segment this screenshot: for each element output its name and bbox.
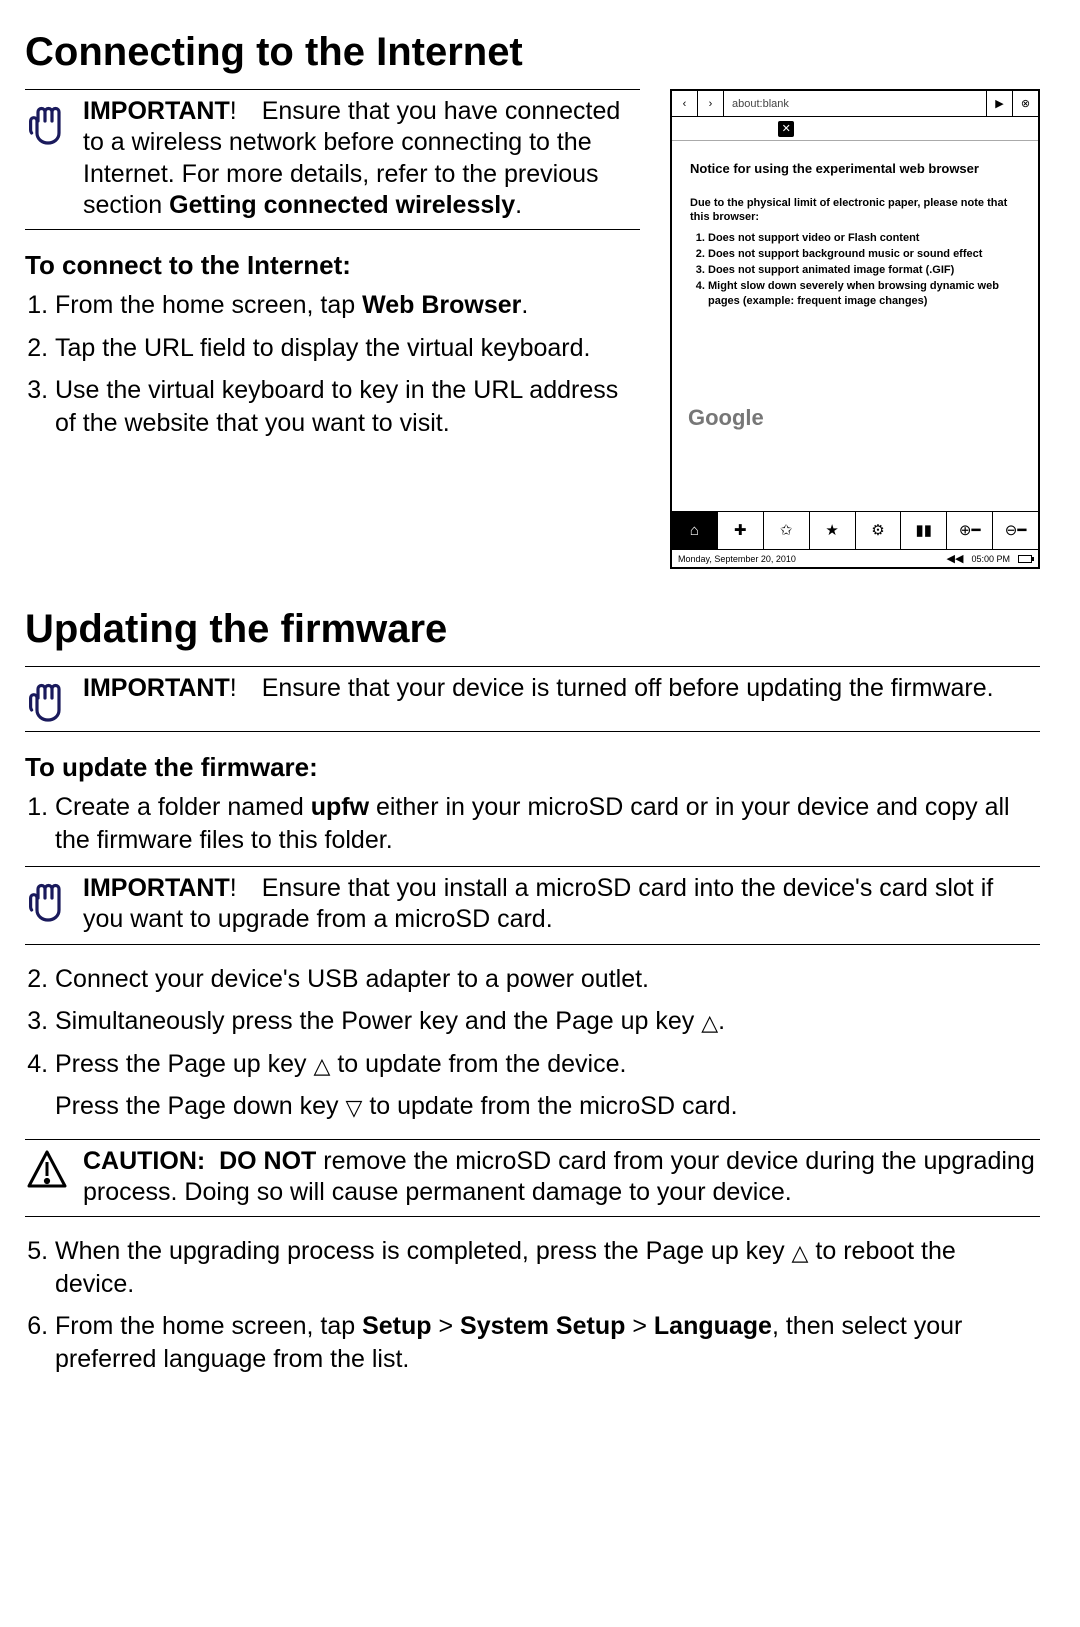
step-sep: > bbox=[432, 1312, 461, 1340]
important-label: IMPORTANT bbox=[83, 674, 230, 702]
url-field[interactable]: about:blank bbox=[724, 98, 986, 110]
zoom-in-icon[interactable]: ⊕━ bbox=[947, 512, 993, 549]
firmware-step-6: From the home screen, tap Setup > System… bbox=[55, 1310, 1040, 1375]
notice-item: Might slow down severely when browsing d… bbox=[708, 279, 1020, 308]
important-ref: Getting connected wirelessly bbox=[169, 191, 515, 219]
browser-tabbar: ✕ bbox=[672, 117, 1038, 141]
tab-label bbox=[676, 124, 678, 133]
step-text: Press the Page up key bbox=[55, 1050, 313, 1078]
connect-steps: From the home screen, tap Web Browser. T… bbox=[25, 289, 640, 439]
add-icon[interactable]: ✚ bbox=[718, 512, 764, 549]
notice-item: Does not support video or Flash content bbox=[708, 231, 1020, 245]
connect-step-1: From the home screen, tap Web Browser. bbox=[55, 289, 640, 322]
connect-important-text: IMPORTANT! Ensure that you have connecte… bbox=[83, 96, 640, 221]
firmware-important-2: IMPORTANT! Ensure that you install a mic… bbox=[25, 866, 1040, 945]
step-text: Press the Page down key bbox=[55, 1092, 345, 1120]
firmware-steps-c: When the upgrading process is completed,… bbox=[25, 1235, 1040, 1375]
step-post: . bbox=[718, 1007, 725, 1035]
firmware-steps-b: Connect your device's USB adapter to a p… bbox=[25, 963, 1040, 1081]
gear-icon[interactable]: ⚙ bbox=[856, 512, 902, 549]
notice-item: Does not support animated image format (… bbox=[708, 263, 1020, 277]
firmware-step-1: Create a folder named upfw either in you… bbox=[55, 791, 1040, 856]
battery-icon bbox=[1018, 555, 1032, 563]
browser-bottom: ⌂ ✚ ✩ ★ ⚙ ▮▮ ⊕━ ⊖━ Monday, September 20,… bbox=[672, 511, 1038, 567]
firmware-step-4: Press the Page up key △ to update from t… bbox=[55, 1048, 1040, 1081]
home-icon[interactable]: ⌂ bbox=[672, 512, 718, 549]
step-sep: > bbox=[625, 1312, 654, 1340]
step-text: Use the virtual keyboard to key in the U… bbox=[55, 376, 618, 437]
triangle-up-icon: △ bbox=[313, 1052, 330, 1081]
step-text: Create a folder named bbox=[55, 793, 311, 821]
caution-label: CAUTION: DO NOT bbox=[83, 1147, 316, 1175]
triangle-down-icon: ▽ bbox=[345, 1094, 362, 1123]
notice-item: Does not support background music or sou… bbox=[708, 247, 1020, 261]
star-icon[interactable]: ★ bbox=[810, 512, 856, 549]
status-time: 05:00 PM bbox=[971, 554, 1010, 564]
firmware-important-1-text: IMPORTANT! Ensure that your device is tu… bbox=[83, 673, 1040, 723]
zoom-out-icon[interactable]: ⊖━ bbox=[993, 512, 1038, 549]
step-bold: Setup bbox=[362, 1312, 431, 1340]
connect-subhead: To connect to the Internet: bbox=[25, 250, 640, 281]
notice-preline: Due to the physical limit of electronic … bbox=[690, 196, 1020, 225]
step-text: Tap the URL field to display the virtual… bbox=[55, 334, 590, 362]
step-post: . bbox=[521, 291, 528, 319]
browser-topbar: ‹ › about:blank ▶ ⊗ bbox=[672, 91, 1038, 117]
heading-firmware: Updating the firmware bbox=[25, 607, 1040, 652]
important-label: IMPORTANT bbox=[83, 97, 230, 125]
firmware-important-2-text: IMPORTANT! Ensure that you install a mic… bbox=[83, 873, 1040, 936]
step-post: to update from the device. bbox=[330, 1050, 626, 1078]
connect-left: IMPORTANT! Ensure that you have connecte… bbox=[25, 89, 640, 569]
step-post: to update from the microSD card. bbox=[362, 1092, 737, 1120]
play-button[interactable]: ▶ bbox=[986, 91, 1012, 117]
close-icon[interactable]: ⊗ bbox=[1012, 91, 1038, 117]
step-bold: Language bbox=[654, 1312, 772, 1340]
forward-button[interactable]: › bbox=[698, 91, 724, 117]
toolbar-icons: ⌂ ✚ ✩ ★ ⚙ ▮▮ ⊕━ ⊖━ bbox=[672, 511, 1038, 549]
triangle-up-icon: △ bbox=[792, 1239, 809, 1268]
step-text: Simultaneously press the Power key and t… bbox=[55, 1007, 701, 1035]
triangle-up-icon: △ bbox=[701, 1009, 718, 1038]
hand-icon bbox=[25, 873, 69, 936]
notice-list: Does not support video or Flash content … bbox=[690, 231, 1020, 308]
firmware-subhead: To update the firmware: bbox=[25, 752, 1040, 783]
connect-step-2: Tap the URL field to display the virtual… bbox=[55, 332, 640, 365]
firmware-step-5: When the upgrading process is completed,… bbox=[55, 1235, 1040, 1300]
step-text: From the home screen, tap bbox=[55, 1312, 362, 1340]
heading-connecting: Connecting to the Internet bbox=[25, 30, 1040, 75]
notice-title: Notice for using the experimental web br… bbox=[690, 161, 1020, 176]
firmware-caution-text: CAUTION: DO NOT remove the microSD card … bbox=[83, 1146, 1040, 1209]
important-period: . bbox=[515, 191, 522, 219]
google-logo: Google bbox=[688, 405, 764, 431]
back-button[interactable]: ‹ bbox=[672, 91, 698, 117]
firmware-steps-a: Create a folder named upfw either in you… bbox=[25, 791, 1040, 856]
firmware-step-2: Connect your device's USB adapter to a p… bbox=[55, 963, 1040, 996]
firmware-caution: CAUTION: DO NOT remove the microSD card … bbox=[25, 1139, 1040, 1218]
important-body: ! Ensure that your device is turned off … bbox=[230, 674, 994, 702]
status-date: Monday, September 20, 2010 bbox=[678, 554, 796, 564]
tab-close-icon[interactable]: ✕ bbox=[778, 121, 794, 137]
step-bold: upfw bbox=[311, 793, 369, 821]
step-bold: System Setup bbox=[460, 1312, 625, 1340]
folder-icon[interactable]: ▮▮ bbox=[901, 512, 947, 549]
warning-icon bbox=[25, 1146, 69, 1209]
status-bar: Monday, September 20, 2010 ◀◀ 05:00 PM bbox=[672, 549, 1038, 567]
browser-screenshot: ‹ › about:blank ▶ ⊗ ✕ Notice for using t… bbox=[670, 89, 1040, 569]
step-text: From the home screen, tap bbox=[55, 291, 362, 319]
hand-icon bbox=[25, 673, 69, 723]
firmware-step-4b: Press the Page down key ▽ to update from… bbox=[55, 1090, 1040, 1123]
connect-step-3: Use the virtual keyboard to key in the U… bbox=[55, 374, 640, 439]
connect-important-note: IMPORTANT! Ensure that you have connecte… bbox=[25, 89, 640, 230]
hand-icon bbox=[25, 96, 69, 221]
firmware-important-1: IMPORTANT! Ensure that your device is tu… bbox=[25, 666, 1040, 732]
browser-body: Notice for using the experimental web br… bbox=[672, 141, 1038, 330]
star-outline-icon[interactable]: ✩ bbox=[764, 512, 810, 549]
step-bold: Web Browser bbox=[362, 291, 521, 319]
firmware-step-3: Simultaneously press the Power key and t… bbox=[55, 1005, 1040, 1038]
speaker-icon: ◀◀ bbox=[947, 552, 964, 565]
important-label: IMPORTANT bbox=[83, 874, 230, 902]
step-text: When the upgrading process is completed,… bbox=[55, 1237, 792, 1265]
connect-row: IMPORTANT! Ensure that you have connecte… bbox=[25, 89, 1040, 569]
